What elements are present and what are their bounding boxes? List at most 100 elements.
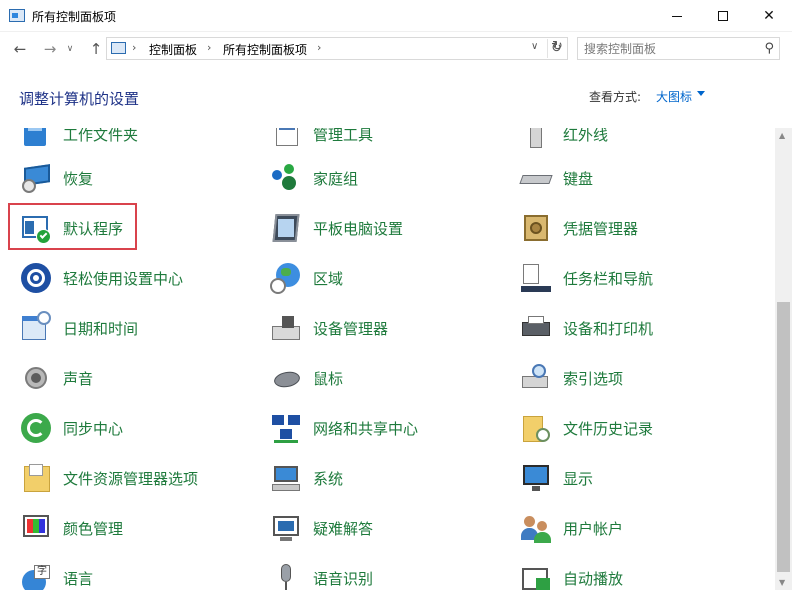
scroll-down-icon[interactable]: ▼ bbox=[779, 578, 785, 587]
item-color-management[interactable]: 颜色管理 bbox=[20, 509, 123, 547]
item-homegroup[interactable]: 家庭组 bbox=[270, 159, 358, 197]
item-mouse[interactable]: 鼠标 bbox=[270, 359, 343, 397]
search-input[interactable] bbox=[584, 40, 754, 57]
item-label[interactable]: 工作文件夹 bbox=[63, 128, 138, 145]
keyboard-icon bbox=[519, 162, 553, 194]
item-speech-recognition[interactable]: 语音识别 bbox=[270, 559, 373, 590]
item-label[interactable]: 区域 bbox=[313, 268, 343, 289]
printer-icon bbox=[520, 312, 552, 344]
item-label[interactable]: 颜色管理 bbox=[63, 518, 123, 539]
item-date-and-time[interactable]: 日期和时间 bbox=[20, 309, 138, 347]
item-tablet-settings[interactable]: 平板电脑设置 bbox=[270, 209, 403, 247]
item-label[interactable]: 设备管理器 bbox=[313, 318, 388, 339]
minimize-button[interactable] bbox=[654, 0, 700, 32]
item-taskbar-navigation[interactable]: 任务栏和导航 bbox=[520, 259, 653, 297]
item-label[interactable]: 日期和时间 bbox=[63, 318, 138, 339]
address-bar[interactable]: › 控制面板 › 所有控制面板项 › ↻ bbox=[106, 37, 568, 60]
item-label[interactable]: 同步中心 bbox=[63, 418, 123, 439]
chevron-right-icon: › bbox=[132, 41, 137, 54]
item-label[interactable]: 自动播放 bbox=[563, 568, 623, 589]
recovery-icon bbox=[20, 162, 52, 194]
scroll-up-icon[interactable]: ▲ bbox=[779, 131, 785, 140]
item-file-history[interactable]: 文件历史记录 bbox=[520, 409, 653, 447]
refresh-button[interactable]: ↻ bbox=[546, 37, 568, 60]
item-network-sharing-center[interactable]: 网络和共享中心 bbox=[270, 409, 418, 447]
item-device-manager[interactable]: 设备管理器 bbox=[270, 309, 388, 347]
item-keyboard[interactable]: 键盘 bbox=[519, 159, 593, 197]
item-label[interactable]: 疑难解答 bbox=[313, 518, 373, 539]
item-label[interactable]: 恢复 bbox=[63, 168, 93, 189]
item-label[interactable]: 文件历史记录 bbox=[563, 418, 653, 439]
monitor-icon bbox=[520, 462, 552, 494]
item-credential-manager[interactable]: 凭据管理器 bbox=[520, 209, 638, 247]
item-label[interactable]: 网络和共享中心 bbox=[313, 418, 418, 439]
control-panel-items: 工作文件夹 恢复 默认程序 轻松使用设置中心 日期和时间 声音 同步中心 文件资… bbox=[0, 128, 775, 590]
item-region[interactable]: 区域 bbox=[270, 259, 343, 297]
page-title: 调整计算机的设置 bbox=[19, 90, 140, 108]
item-label[interactable]: 家庭组 bbox=[313, 168, 358, 189]
breadcrumb-item[interactable]: 所有控制面板项 bbox=[223, 41, 307, 58]
vertical-scrollbar[interactable]: ▲ ▼ bbox=[775, 128, 792, 590]
item-label[interactable]: 管理工具 bbox=[313, 128, 373, 145]
item-label[interactable]: 语言 bbox=[63, 568, 93, 589]
chevron-right-icon[interactable]: › bbox=[207, 41, 211, 54]
item-sound[interactable]: 声音 bbox=[20, 359, 93, 397]
work-folders-icon bbox=[20, 128, 52, 150]
item-label[interactable]: 红外线 bbox=[563, 128, 608, 145]
highlight-box bbox=[8, 203, 137, 250]
item-work-folders[interactable]: 工作文件夹 bbox=[20, 128, 138, 153]
network-icon bbox=[270, 412, 302, 444]
search-box[interactable]: ⚲ bbox=[577, 37, 780, 60]
item-recovery[interactable]: 恢复 bbox=[20, 159, 93, 197]
forward-button[interactable]: → bbox=[39, 38, 61, 60]
item-display[interactable]: 显示 bbox=[520, 459, 593, 497]
close-button[interactable]: ✕ bbox=[746, 0, 792, 32]
control-panel-icon bbox=[9, 9, 25, 22]
close-icon: ✕ bbox=[763, 8, 775, 24]
item-label[interactable]: 任务栏和导航 bbox=[563, 268, 653, 289]
recent-locations-button[interactable]: ∨ bbox=[64, 38, 76, 60]
item-troubleshooting[interactable]: 疑难解答 bbox=[270, 509, 373, 547]
color-management-icon bbox=[20, 512, 52, 544]
item-label[interactable]: 键盘 bbox=[563, 168, 593, 189]
up-button[interactable]: ↑ bbox=[85, 38, 107, 60]
item-label[interactable]: 设备和打印机 bbox=[563, 318, 653, 339]
title-bar: 所有控制面板项 ✕ bbox=[0, 0, 792, 32]
item-label[interactable]: 文件资源管理器选项 bbox=[63, 468, 198, 489]
item-label[interactable]: 平板电脑设置 bbox=[313, 218, 403, 239]
item-autoplay[interactable]: 自动播放 bbox=[520, 559, 623, 590]
sync-icon bbox=[20, 412, 52, 444]
search-icon: ⚲ bbox=[764, 41, 774, 56]
item-devices-printers[interactable]: 设备和打印机 bbox=[520, 309, 653, 347]
item-label[interactable]: 显示 bbox=[563, 468, 593, 489]
item-file-explorer-options[interactable]: 文件资源管理器选项 bbox=[20, 459, 198, 497]
item-label[interactable]: 索引选项 bbox=[563, 368, 623, 389]
arrow-left-icon: ← bbox=[13, 40, 27, 58]
microphone-icon bbox=[270, 562, 302, 590]
globe-clock-icon bbox=[270, 262, 302, 294]
mouse-icon bbox=[270, 362, 302, 394]
view-by-dropdown[interactable]: 大图标 bbox=[656, 88, 692, 105]
item-label[interactable]: 声音 bbox=[63, 368, 93, 389]
item-infrared[interactable]: 红外线 bbox=[520, 128, 608, 153]
item-sync-center[interactable]: 同步中心 bbox=[20, 409, 123, 447]
item-label[interactable]: 凭据管理器 bbox=[563, 218, 638, 239]
back-button[interactable]: ← bbox=[9, 38, 31, 60]
item-administrative-tools[interactable]: 管理工具 bbox=[270, 128, 373, 153]
item-label[interactable]: 鼠标 bbox=[313, 368, 343, 389]
item-label[interactable]: 用户帐户 bbox=[563, 518, 623, 539]
item-label[interactable]: 语音识别 bbox=[313, 568, 373, 589]
scrollbar-thumb[interactable] bbox=[777, 302, 790, 572]
caret-down-icon[interactable] bbox=[697, 91, 705, 96]
item-language[interactable]: 字 语言 bbox=[20, 559, 93, 590]
address-dropdown-button[interactable]: ∨ bbox=[531, 41, 538, 52]
chevron-right-icon[interactable]: › bbox=[317, 41, 321, 54]
item-system[interactable]: 系统 bbox=[270, 459, 343, 497]
breadcrumb-item[interactable]: 控制面板 bbox=[149, 41, 197, 58]
item-label[interactable]: 系统 bbox=[313, 468, 343, 489]
item-indexing-options[interactable]: 索引选项 bbox=[520, 359, 623, 397]
item-label[interactable]: 轻松使用设置中心 bbox=[63, 268, 183, 289]
item-user-accounts[interactable]: 用户帐户 bbox=[520, 509, 623, 547]
item-ease-of-access[interactable]: 轻松使用设置中心 bbox=[20, 259, 183, 297]
maximize-button[interactable] bbox=[700, 0, 746, 32]
